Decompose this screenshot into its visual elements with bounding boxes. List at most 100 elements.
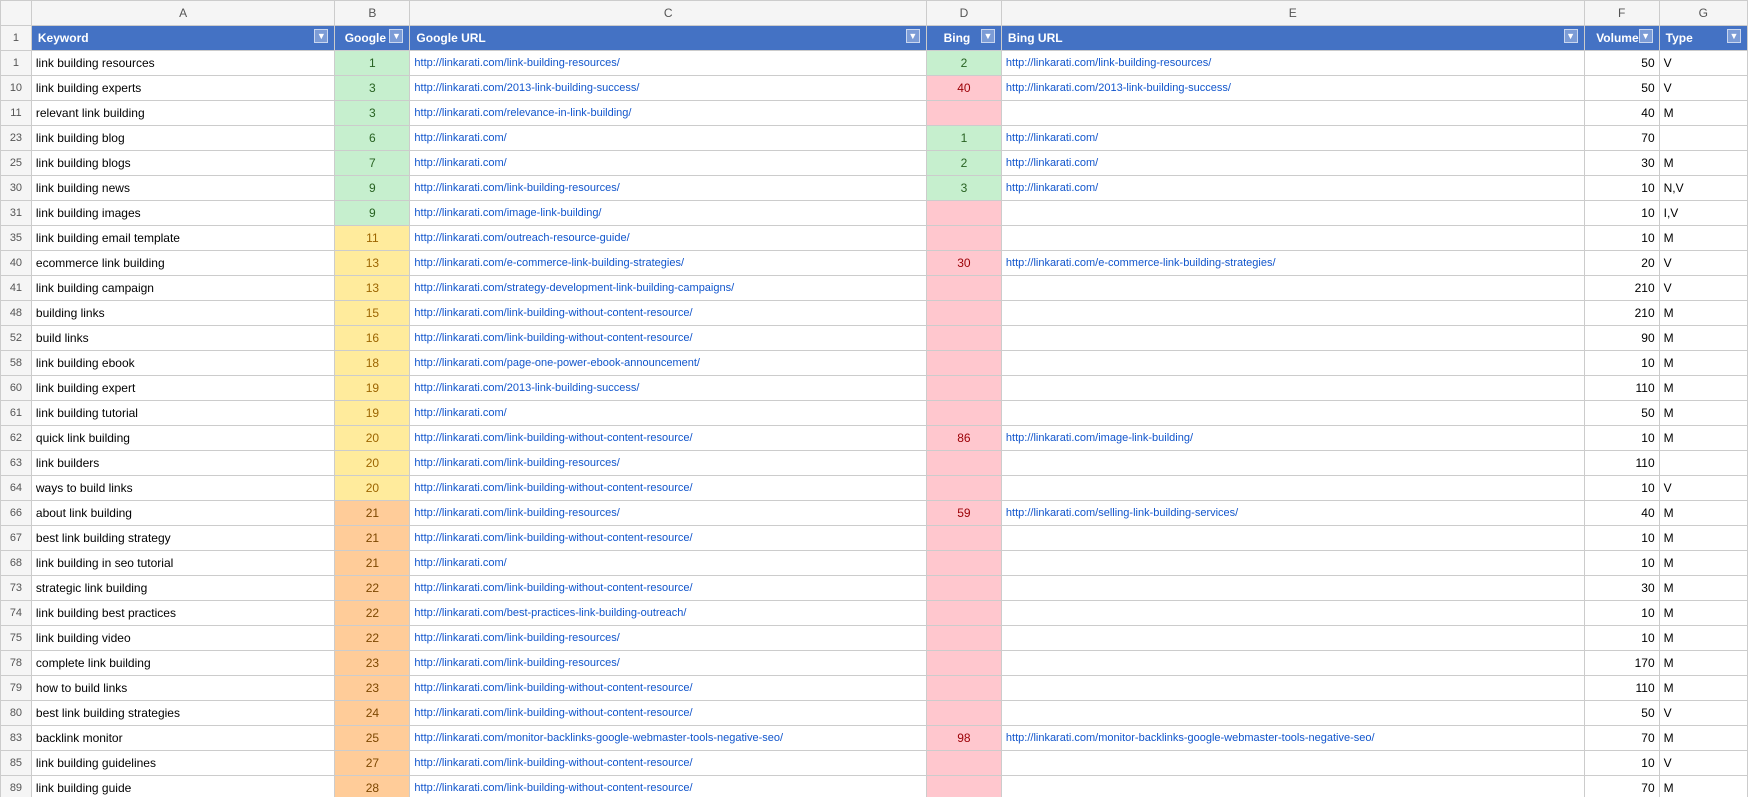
bing-url-cell[interactable] bbox=[1001, 276, 1584, 301]
col-header-gurl[interactable]: Google URL ▼ bbox=[410, 26, 926, 51]
keyword-cell[interactable]: best link building strategy bbox=[31, 526, 334, 551]
keyword-cell[interactable]: complete link building bbox=[31, 651, 334, 676]
keyword-cell[interactable]: link building resources bbox=[31, 51, 334, 76]
bing-url-cell[interactable]: http://linkarati.com/ bbox=[1001, 126, 1584, 151]
bing-url-cell[interactable] bbox=[1001, 401, 1584, 426]
bing-url-cell[interactable]: http://linkarati.com/selling-link-buildi… bbox=[1001, 501, 1584, 526]
col-letter-d[interactable]: D bbox=[926, 1, 1001, 26]
google-url-cell[interactable]: http://linkarati.com/link-building-resou… bbox=[410, 651, 926, 676]
bing-url-cell[interactable] bbox=[1001, 551, 1584, 576]
bing-url-cell[interactable] bbox=[1001, 326, 1584, 351]
bing-url-cell[interactable] bbox=[1001, 101, 1584, 126]
google-url-cell[interactable]: http://linkarati.com/link-building-witho… bbox=[410, 301, 926, 326]
bing-url-cell[interactable]: http://linkarati.com/link-building-resou… bbox=[1001, 51, 1584, 76]
col-header-type[interactable]: Type ▼ bbox=[1659, 26, 1747, 51]
google-url-cell[interactable]: http://linkarati.com/link-building-resou… bbox=[410, 451, 926, 476]
keyword-cell[interactable]: relevant link building bbox=[31, 101, 334, 126]
google-url-cell[interactable]: http://linkarati.com/ bbox=[410, 401, 926, 426]
burl-filter-btn[interactable]: ▼ bbox=[1564, 29, 1578, 43]
col-letter-g[interactable]: G bbox=[1659, 1, 1747, 26]
col-header-burl[interactable]: Bing URL ▼ bbox=[1001, 26, 1584, 51]
google-url-cell[interactable]: http://linkarati.com/link-building-witho… bbox=[410, 676, 926, 701]
bing-url-cell[interactable] bbox=[1001, 601, 1584, 626]
bing-url-cell[interactable]: http://linkarati.com/monitor-backlinks-g… bbox=[1001, 726, 1584, 751]
bing-url-cell[interactable] bbox=[1001, 651, 1584, 676]
keyword-cell[interactable]: link building email template bbox=[31, 226, 334, 251]
google-url-cell[interactable]: http://linkarati.com/link-building-witho… bbox=[410, 751, 926, 776]
bing-url-cell[interactable] bbox=[1001, 301, 1584, 326]
google-url-cell[interactable]: http://linkarati.com/2013-link-building-… bbox=[410, 76, 926, 101]
keyword-cell[interactable]: link building best practices bbox=[31, 601, 334, 626]
col-letter-f[interactable]: F bbox=[1584, 1, 1659, 26]
google-url-cell[interactable]: http://linkarati.com/ bbox=[410, 151, 926, 176]
bing-url-cell[interactable] bbox=[1001, 626, 1584, 651]
keyword-cell[interactable]: about link building bbox=[31, 501, 334, 526]
keyword-cell[interactable]: link building in seo tutorial bbox=[31, 551, 334, 576]
google-url-cell[interactable]: http://linkarati.com/link-building-witho… bbox=[410, 526, 926, 551]
google-url-cell[interactable]: http://linkarati.com/relevance-in-link-b… bbox=[410, 101, 926, 126]
keyword-cell[interactable]: building links bbox=[31, 301, 334, 326]
keyword-cell[interactable]: link building video bbox=[31, 626, 334, 651]
google-url-cell[interactable]: http://linkarati.com/monitor-backlinks-g… bbox=[410, 726, 926, 751]
keyword-cell[interactable]: link building news bbox=[31, 176, 334, 201]
google-url-cell[interactable]: http://linkarati.com/link-building-witho… bbox=[410, 326, 926, 351]
google-filter-btn[interactable]: ▼ bbox=[389, 29, 403, 43]
bing-url-cell[interactable] bbox=[1001, 226, 1584, 251]
col-letter-b[interactable]: B bbox=[335, 1, 410, 26]
keyword-cell[interactable]: quick link building bbox=[31, 426, 334, 451]
google-url-cell[interactable]: http://linkarati.com/link-building-resou… bbox=[410, 176, 926, 201]
bing-url-cell[interactable] bbox=[1001, 701, 1584, 726]
col-letter-e[interactable]: E bbox=[1001, 1, 1584, 26]
keyword-cell[interactable]: link building experts bbox=[31, 76, 334, 101]
bing-url-cell[interactable] bbox=[1001, 201, 1584, 226]
col-header-bing[interactable]: Bing ▼ bbox=[926, 26, 1001, 51]
google-url-cell[interactable]: http://linkarati.com/page-one-power-eboo… bbox=[410, 351, 926, 376]
bing-url-cell[interactable] bbox=[1001, 776, 1584, 797]
bing-url-cell[interactable] bbox=[1001, 751, 1584, 776]
bing-url-cell[interactable] bbox=[1001, 351, 1584, 376]
keyword-cell[interactable]: link building guidelines bbox=[31, 751, 334, 776]
keyword-cell[interactable]: build links bbox=[31, 326, 334, 351]
col-header-google[interactable]: Google ▼ bbox=[335, 26, 410, 51]
col-letter-c[interactable]: C bbox=[410, 1, 926, 26]
keyword-cell[interactable]: link building campaign bbox=[31, 276, 334, 301]
type-filter-btn[interactable]: ▼ bbox=[1727, 29, 1741, 43]
keyword-cell[interactable]: link building ebook bbox=[31, 351, 334, 376]
keyword-cell[interactable]: ecommerce link building bbox=[31, 251, 334, 276]
keyword-cell[interactable]: link building images bbox=[31, 201, 334, 226]
keyword-cell[interactable]: backlink monitor bbox=[31, 726, 334, 751]
keyword-cell[interactable]: link building blogs bbox=[31, 151, 334, 176]
keyword-cell[interactable]: best link building strategies bbox=[31, 701, 334, 726]
bing-url-cell[interactable] bbox=[1001, 451, 1584, 476]
google-url-cell[interactable]: http://linkarati.com/link-building-witho… bbox=[410, 776, 926, 797]
gurl-filter-btn[interactable]: ▼ bbox=[906, 29, 920, 43]
keyword-cell[interactable]: link building expert bbox=[31, 376, 334, 401]
bing-url-cell[interactable]: http://linkarati.com/2013-link-building-… bbox=[1001, 76, 1584, 101]
google-url-cell[interactable]: http://linkarati.com/link-building-witho… bbox=[410, 426, 926, 451]
keyword-filter-btn[interactable]: ▼ bbox=[314, 29, 328, 43]
google-url-cell[interactable]: http://linkarati.com/outreach-resource-g… bbox=[410, 226, 926, 251]
bing-url-cell[interactable]: http://linkarati.com/ bbox=[1001, 151, 1584, 176]
google-url-cell[interactable]: http://linkarati.com/e-commerce-link-bui… bbox=[410, 251, 926, 276]
google-url-cell[interactable]: http://linkarati.com/link-building-witho… bbox=[410, 701, 926, 726]
bing-url-cell[interactable] bbox=[1001, 376, 1584, 401]
google-url-cell[interactable]: http://linkarati.com/link-building-witho… bbox=[410, 576, 926, 601]
keyword-cell[interactable]: link building tutorial bbox=[31, 401, 334, 426]
volume-filter-btn[interactable]: ▼ bbox=[1639, 29, 1653, 43]
google-url-cell[interactable]: http://linkarati.com/best-practices-link… bbox=[410, 601, 926, 626]
bing-url-cell[interactable] bbox=[1001, 576, 1584, 601]
keyword-cell[interactable]: how to build links bbox=[31, 676, 334, 701]
bing-url-cell[interactable]: http://linkarati.com/image-link-building… bbox=[1001, 426, 1584, 451]
col-header-volume[interactable]: Volume ▼ bbox=[1584, 26, 1659, 51]
keyword-cell[interactable]: link building guide bbox=[31, 776, 334, 797]
google-url-cell[interactable]: http://linkarati.com/ bbox=[410, 126, 926, 151]
google-url-cell[interactable]: http://linkarati.com/link-building-witho… bbox=[410, 476, 926, 501]
google-url-cell[interactable]: http://linkarati.com/link-building-resou… bbox=[410, 51, 926, 76]
google-url-cell[interactable]: http://linkarati.com/strategy-developmen… bbox=[410, 276, 926, 301]
bing-url-cell[interactable] bbox=[1001, 526, 1584, 551]
google-url-cell[interactable]: http://linkarati.com/image-link-building… bbox=[410, 201, 926, 226]
google-url-cell[interactable]: http://linkarati.com/link-building-resou… bbox=[410, 626, 926, 651]
bing-filter-btn[interactable]: ▼ bbox=[981, 29, 995, 43]
google-url-cell[interactable]: http://linkarati.com/2013-link-building-… bbox=[410, 376, 926, 401]
col-letter-a[interactable]: A bbox=[31, 1, 334, 26]
